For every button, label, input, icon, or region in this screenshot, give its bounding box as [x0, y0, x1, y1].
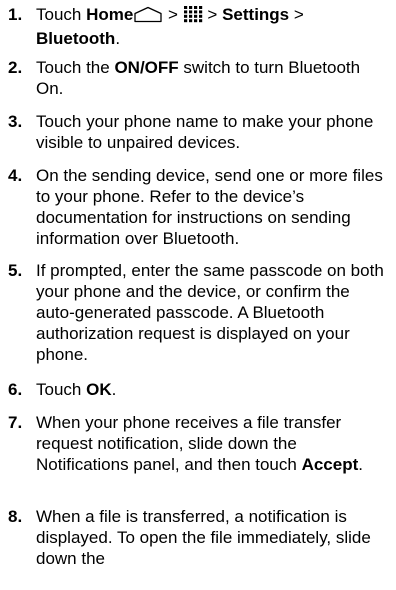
- bold-term: Home: [86, 5, 134, 24]
- step-number: 1.: [8, 5, 23, 24]
- bold-term: Accept: [301, 455, 359, 474]
- text-run: .: [111, 380, 117, 399]
- step-text: Touch OK.: [36, 379, 388, 400]
- step-text: If prompted, enter the same passcode on …: [36, 260, 388, 365]
- text-run: On the sending device, send one or more …: [36, 166, 383, 248]
- home-icon: [133, 6, 163, 28]
- step-number: 4.: [8, 166, 23, 185]
- step-number: 5.: [8, 261, 23, 280]
- step-text: Touch Home > > Settings > Bluetooth.: [36, 4, 388, 49]
- step-text: Touch your phone name to make your phone…: [36, 111, 388, 153]
- step-text: On the sending device, send one or more …: [36, 165, 388, 249]
- bold-term: ON/OFF: [114, 58, 179, 77]
- step-number: 7.: [8, 413, 23, 432]
- text-run: If prompted, enter the same passcode on …: [36, 261, 384, 364]
- text-run: When your phone receives a file transfer…: [36, 413, 342, 474]
- bold-term: OK: [86, 380, 112, 399]
- step-number: 8.: [8, 507, 23, 526]
- instruction-document: 1. Touch Home > > Settings > Bluetooth. …: [0, 0, 396, 590]
- text-run: >: [289, 5, 304, 24]
- step-text: Touch the ON/OFF switch to turn Bluetoot…: [36, 57, 388, 99]
- bold-term: Settings: [222, 5, 290, 24]
- step-text: When a file is transferred, a notificati…: [36, 506, 388, 569]
- step-number: 6.: [8, 380, 23, 399]
- apps-grid-icon: [183, 5, 203, 28]
- text-run: Touch the: [36, 58, 115, 77]
- step-number: 2.: [8, 58, 23, 77]
- text-run: Touch: [36, 380, 87, 399]
- text-run: When a file is transferred, a notificati…: [36, 507, 371, 568]
- step-text: When your phone receives a file transfer…: [36, 412, 388, 475]
- text-run: >: [202, 5, 223, 24]
- text-run: .: [358, 455, 363, 474]
- text-run: Touch: [36, 5, 87, 24]
- text-run: >: [163, 5, 183, 24]
- text-run: Touch your phone name to make your phone…: [36, 112, 374, 152]
- bold-term: Bluetooth: [36, 29, 116, 48]
- step-number: 3.: [8, 112, 23, 131]
- text-run: .: [115, 29, 121, 48]
